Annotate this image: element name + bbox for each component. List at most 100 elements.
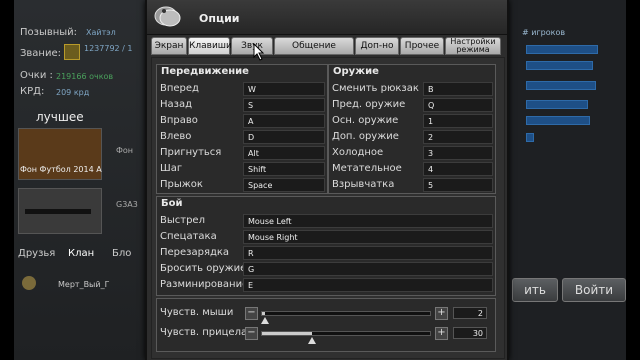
keybind-value[interactable]: D xyxy=(243,130,325,144)
keybind-row[interactable]: Пред. оружие Q xyxy=(329,98,495,113)
keybind-row[interactable]: Прыжок Space xyxy=(157,178,327,193)
nick-value: Хайтэл xyxy=(86,28,116,37)
keybind-label: Пред. оружие xyxy=(332,99,406,110)
keybind-label: Вперед xyxy=(160,83,199,94)
tab-keys[interactable]: Клавиши xyxy=(188,37,232,55)
dialog-title: Опции xyxy=(199,12,240,25)
keybind-row[interactable]: Вправо A xyxy=(157,114,327,129)
keybind-row[interactable]: Пригнуться Alt xyxy=(157,146,327,161)
keybind-value[interactable]: 3 xyxy=(423,146,493,160)
combat-title: Бой xyxy=(161,198,183,209)
keybind-value[interactable]: Mouse Left xyxy=(243,214,493,228)
keybind-value[interactable]: B xyxy=(423,82,493,96)
join-button-partial[interactable]: ить xyxy=(512,278,558,302)
aim-sensitivity-minus-button[interactable]: − xyxy=(245,327,258,340)
keybind-value[interactable]: 5 xyxy=(423,178,493,192)
keys-panel: Передвижение Вперед W Назад S Вправо A Влев… xyxy=(151,57,505,359)
rifle-icon xyxy=(25,209,91,214)
keybind-label: Метательное xyxy=(332,163,402,174)
aim-sensitivity-fill xyxy=(262,332,312,335)
tab-mode-settings[interactable]: Настройки режима xyxy=(445,37,501,55)
letterbox-right xyxy=(626,0,640,360)
keybind-value[interactable]: E xyxy=(243,278,493,292)
players-bar-2 xyxy=(526,61,593,70)
keybind-row[interactable]: Перезарядка R xyxy=(157,246,495,261)
keybind-value[interactable]: 4 xyxy=(423,162,493,176)
players-bar-5 xyxy=(526,116,590,125)
mouse-sensitivity-minus-button[interactable]: − xyxy=(245,307,258,320)
keybind-label: Доп. оружие xyxy=(332,131,399,142)
keybind-label: Вправо xyxy=(160,115,198,126)
keybind-row[interactable]: Шаг Shift xyxy=(157,162,327,177)
sensitivity-section: Чувств. мыши − + 2 Чувств. прицела − + 3… xyxy=(156,298,496,352)
item-card-2[interactable] xyxy=(18,188,102,234)
letterbox-left xyxy=(0,0,14,360)
keybind-label: Перезарядка xyxy=(160,247,230,258)
keybind-value[interactable]: Q xyxy=(423,98,493,112)
keybind-value[interactable]: A xyxy=(243,114,325,128)
keybind-row[interactable]: Холодное 3 xyxy=(329,146,495,161)
keybind-label: Холодное xyxy=(332,147,384,158)
keybind-value[interactable]: Shift xyxy=(243,162,325,176)
krd-label: КРД: xyxy=(20,86,45,97)
keybind-label: Осн. оружие xyxy=(332,115,399,126)
keybind-row[interactable]: Бросить оружие G xyxy=(157,262,495,277)
tab-friends[interactable]: Друзья xyxy=(18,248,55,259)
weapons-title: Оружие xyxy=(333,66,379,77)
mouse-cursor-icon xyxy=(253,43,265,61)
enter-button[interactable]: Войти xyxy=(562,278,626,302)
keybind-label: Бросить оружие xyxy=(160,263,247,274)
tab-extra[interactable]: Доп-но xyxy=(355,37,399,55)
keybind-row[interactable]: Разминирование E xyxy=(157,278,495,293)
keybind-label: Назад xyxy=(160,99,193,110)
keybind-row[interactable]: Влево D xyxy=(157,130,327,145)
keybind-value[interactable]: W xyxy=(243,82,325,96)
combat-section: Бой Выстрел Mouse Left Спецатака Mouse Rig… xyxy=(156,196,496,296)
keybind-row[interactable]: Вперед W xyxy=(157,82,327,97)
keybind-row[interactable]: Доп. оружие 2 xyxy=(329,130,495,145)
keybind-row[interactable]: Осн. оружие 1 xyxy=(329,114,495,129)
players-bar-4 xyxy=(526,100,588,109)
keybind-label: Разминирование xyxy=(160,279,249,290)
keybind-row[interactable]: Назад S xyxy=(157,98,327,113)
item-side-label-2: G3A3 xyxy=(116,200,138,209)
keybind-row[interactable]: Выстрел Mouse Left xyxy=(157,214,495,229)
mouse-sensitivity-value[interactable]: 2 xyxy=(453,307,487,319)
tab-blog[interactable]: Бло xyxy=(112,248,131,259)
movement-title: Передвижение xyxy=(161,66,249,77)
keybind-value[interactable]: Mouse Right xyxy=(243,230,493,244)
aim-sensitivity-thumb[interactable] xyxy=(307,337,316,344)
aim-sensitivity-plus-button[interactable]: + xyxy=(435,327,448,340)
aim-sensitivity-label: Чувств. прицела xyxy=(160,327,248,338)
aim-sensitivity-value[interactable]: 30 xyxy=(453,327,487,339)
mouse-sensitivity-track[interactable] xyxy=(261,311,431,316)
mouse-sensitivity-plus-button[interactable]: + xyxy=(435,307,448,320)
keybind-label: Взрывчатка xyxy=(332,179,395,190)
clan-member-name[interactable]: Мерт_Вый_Г xyxy=(58,280,109,289)
keybind-row[interactable]: Сменить рюкзак B xyxy=(329,82,495,97)
best-label: лучшее xyxy=(36,110,84,124)
item-card-1[interactable]: Фон Футбол 2014 А xyxy=(18,128,102,180)
keybind-label: Спецатака xyxy=(160,231,217,242)
tab-other[interactable]: Прочее xyxy=(400,37,444,55)
keybind-label: Сменить рюкзак xyxy=(332,83,419,94)
tab-chat[interactable]: Общение xyxy=(274,37,354,55)
item-card-1-label: Фон Футбол 2014 А xyxy=(20,165,102,174)
keybind-row[interactable]: Взрывчатка 5 xyxy=(329,178,495,193)
dialog-titlebar: Опции xyxy=(147,0,507,35)
keybind-row[interactable]: Метательное 4 xyxy=(329,162,495,177)
keybind-value[interactable]: S xyxy=(243,98,325,112)
keybind-value[interactable]: 2 xyxy=(423,130,493,144)
keybind-value[interactable]: R xyxy=(243,246,493,260)
options-tabs: Экран Клавиши Звук Общение Доп-но Прочее… xyxy=(151,37,503,55)
keybind-value[interactable]: 1 xyxy=(423,114,493,128)
keybind-row[interactable]: Спецатака Mouse Right xyxy=(157,230,495,245)
tab-screen[interactable]: Экран xyxy=(151,37,187,55)
tab-clan[interactable]: Клан xyxy=(68,248,94,259)
mouse-sensitivity-thumb[interactable] xyxy=(261,317,270,324)
keybind-value[interactable]: Alt xyxy=(243,146,325,160)
tab-sound[interactable]: Звук xyxy=(231,37,273,55)
clan-member-avatar xyxy=(22,276,36,290)
keybind-value[interactable]: Space xyxy=(243,178,325,192)
keybind-value[interactable]: G xyxy=(243,262,493,276)
